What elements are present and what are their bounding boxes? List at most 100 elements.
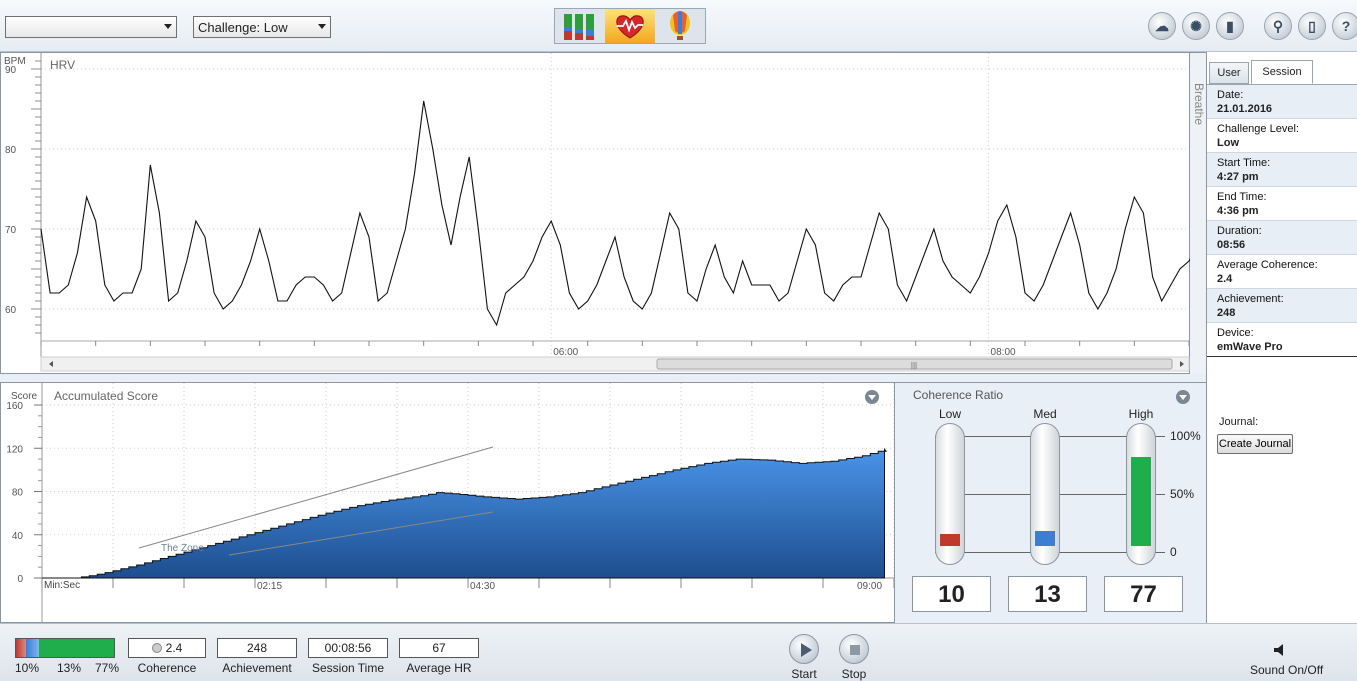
hrv-y-axis: 90 80 70 60	[5, 53, 42, 357]
tab-user-label: User	[1217, 67, 1241, 79]
hrv-chart: BPM HRV 90807060 06:00 08:00 |||	[4, 53, 1357, 372]
field-label: Device:	[1217, 327, 1254, 339]
stop-label: Stop	[841, 667, 867, 681]
coherence-high-value: 77	[1104, 576, 1183, 612]
hrv-y-tick-label: 80	[5, 145, 17, 156]
coherence-label: Coherence	[137, 661, 197, 675]
cloud-icon[interactable]: ☁	[1148, 12, 1176, 40]
balloon-icon	[670, 11, 690, 40]
help-glyph: ?	[1341, 18, 1351, 34]
session-field-avg-coherence: Average Coherence: 2.4	[1207, 255, 1357, 289]
percent-mark-100: 100%	[1170, 429, 1201, 443]
stop-button[interactable]	[839, 634, 869, 664]
score-x-tick-label: 04:30	[470, 581, 495, 592]
challenge-select-value: Challenge: Low	[198, 20, 288, 35]
chevron-down-icon	[318, 24, 326, 29]
hrv-x-tick-label: 08:00	[991, 347, 1016, 358]
book-icon[interactable]: ▯	[1298, 12, 1326, 40]
heart-rhythm-mode-button[interactable]	[605, 9, 655, 43]
coherence-ratio-panel: Coherence Ratio Low Med High 100% 50% 0 …	[895, 382, 1206, 623]
coherence-low-fill	[940, 534, 960, 546]
sound-label: Sound On/Off	[1250, 663, 1324, 677]
field-value: 21.01.2016	[1217, 103, 1273, 115]
field-value: 248	[1217, 307, 1236, 319]
sound-toggle-button[interactable]	[1272, 642, 1288, 661]
field-label: Challenge Level:	[1217, 123, 1299, 135]
field-label: Start Time:	[1217, 157, 1271, 169]
field-label: Duration:	[1217, 225, 1262, 237]
achievement-label: Achievement	[222, 661, 292, 675]
field-label: Achievement:	[1217, 293, 1284, 305]
coherence-low-tube	[935, 423, 965, 565]
coherence-collapse-icon[interactable]	[1176, 390, 1190, 404]
emwave-app: Challenge: Low ☁ ✺ ▮ ⚲ ▯ ? BPM HRV 90 80…	[0, 0, 1357, 681]
ratio-low-text: 10%	[15, 661, 40, 675]
session-info-panel: User Session Date: 21.01.2016 Challenge L…	[1206, 52, 1357, 623]
coherence-title: Coherence Ratio	[913, 388, 1004, 402]
coherence-value-box: 2.4	[128, 638, 206, 658]
scrollbar-grip: |||	[911, 361, 917, 370]
percent-mark-0: 0	[1170, 545, 1177, 559]
score-y-tick-label: 80	[12, 488, 24, 499]
score-y-tick-label: 40	[12, 531, 24, 542]
session-time-label: Session Time	[311, 661, 385, 675]
session-field-achievement: Achievement: 248	[1207, 289, 1357, 323]
score-title: Accumulated Score	[54, 389, 158, 403]
tab-user[interactable]: User	[1209, 62, 1249, 84]
hrv-title: HRV	[50, 58, 75, 72]
score-collapse-icon[interactable]	[865, 390, 879, 404]
hrv-y-tick-label: 60	[5, 305, 17, 316]
address-book-icon[interactable]: ▮	[1216, 12, 1244, 40]
coherence-med-tube	[1030, 423, 1060, 565]
ratio-high-text: 77%	[95, 661, 120, 675]
average-hr-label: Average HR	[406, 661, 472, 675]
hrv-grid	[41, 53, 1189, 355]
tab-session[interactable]: Session	[1251, 60, 1313, 84]
breathe-tab[interactable]: Breathe	[1190, 52, 1206, 374]
hrv-y-tick-label: 70	[5, 225, 17, 236]
session-time-value: 00:08:56	[308, 638, 388, 658]
heart-settings-icon[interactable]: ✺	[1182, 12, 1210, 40]
ratio-bar-low	[16, 639, 26, 657]
bar-chart-icon	[564, 14, 594, 40]
search-icon[interactable]: ⚲	[1264, 12, 1292, 40]
speaker-icon	[1274, 644, 1283, 656]
challenge-select[interactable]: Challenge: Low	[193, 16, 331, 38]
user-select[interactable]	[5, 16, 177, 38]
help-icon[interactable]: ?	[1332, 12, 1357, 40]
coherence-high-label: High	[1128, 407, 1154, 421]
session-field-device: Device: emWave Pro	[1207, 323, 1357, 357]
coherence-high-fill	[1131, 456, 1151, 546]
hrv-series-line	[40, 100, 1357, 327]
chevron-down-icon	[164, 24, 172, 29]
achievement-value: 248	[217, 638, 297, 658]
coherence-med-fill	[1035, 530, 1055, 546]
session-field-date: Date: 21.01.2016	[1207, 85, 1357, 119]
start-button[interactable]	[789, 634, 819, 664]
toolbar: Challenge: Low ☁ ✺ ▮ ⚲ ▯ ?	[0, 0, 1357, 52]
create-journal-button[interactable]: Create Journal	[1217, 434, 1293, 454]
status-bar: 10% 13% 77% 2.4 Coherence 248 Achievemen…	[0, 623, 1357, 681]
play-icon	[801, 643, 812, 657]
bar-chart-mode-button[interactable]	[555, 9, 605, 43]
coherence-med-value: 13	[1008, 576, 1087, 612]
coherence-ratio-bar	[15, 638, 115, 658]
hrv-x-axis: 06:00 08:00	[40, 340, 1190, 358]
field-value: 4:36 pm	[1217, 205, 1259, 217]
average-hr-value: 67	[399, 638, 479, 658]
field-value: emWave Pro	[1217, 341, 1283, 353]
session-field-end-time: End Time: 4:36 pm	[1207, 187, 1357, 221]
score-y-tick-label: 160	[6, 401, 23, 412]
coherence-med-label: Med	[1033, 407, 1057, 421]
hrv-y-tick-label: 90	[5, 65, 17, 76]
session-field-duration: Duration: 08:56	[1207, 221, 1357, 255]
score-y-tick-label: 0	[17, 574, 23, 585]
ratio-bar-med	[26, 639, 39, 657]
tab-session-label: Session	[1262, 66, 1302, 78]
field-label: Average Coherence:	[1217, 259, 1318, 271]
start-label: Start	[791, 667, 817, 681]
score-x-tick-label: 02:15	[257, 581, 282, 592]
breathe-tab-label: Breathe	[1192, 83, 1206, 126]
balloon-game-mode-button[interactable]	[655, 9, 705, 43]
score-y-axis: 160 120 80 40 0	[6, 383, 43, 622]
